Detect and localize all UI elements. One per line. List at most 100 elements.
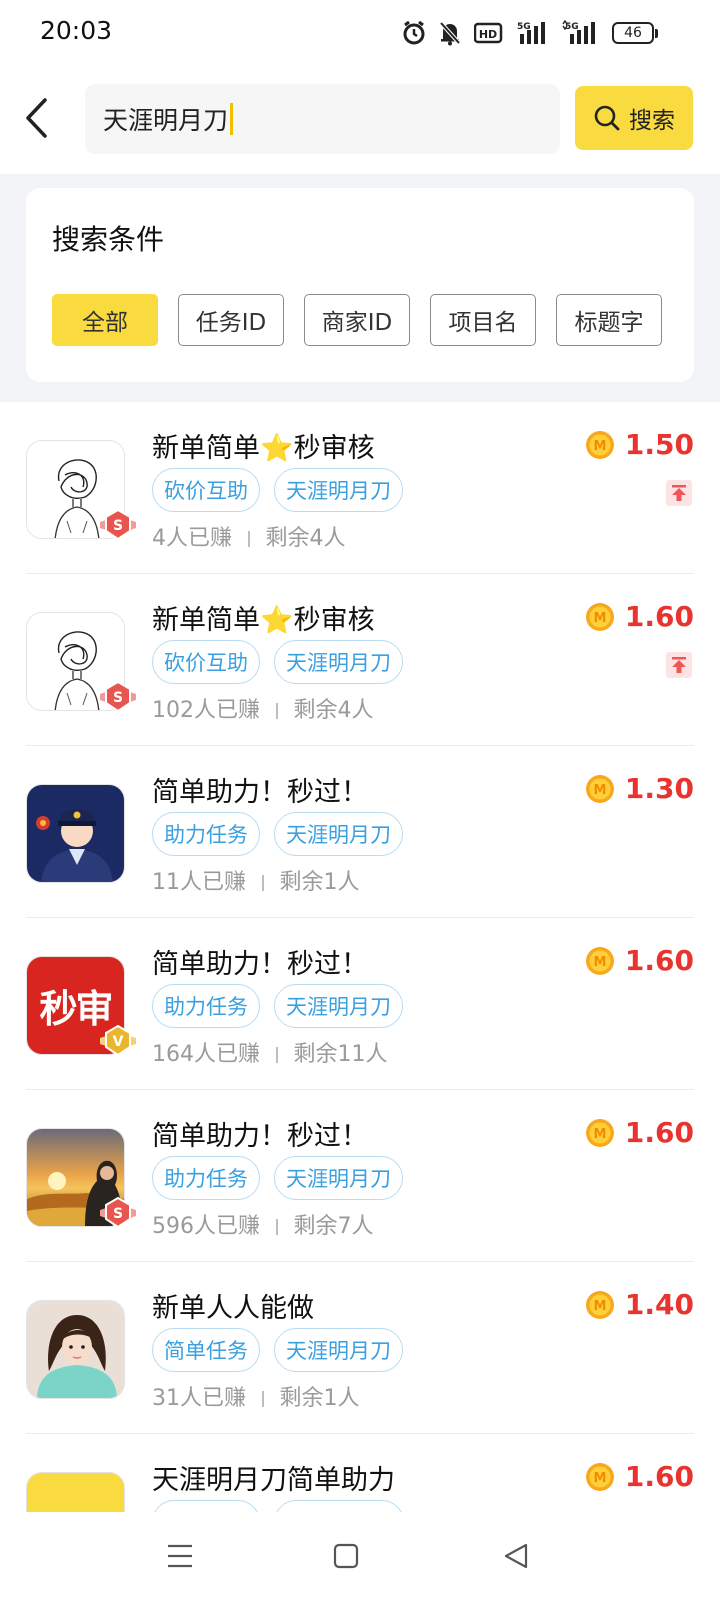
task-stats: 4人已赚 剩余4人 [152, 520, 346, 552]
svg-text:M: M [593, 439, 606, 454]
task-tag [152, 1500, 260, 1512]
pin-to-top-icon [666, 480, 692, 506]
coin-icon: M [585, 1290, 614, 1319]
police-avatar [26, 784, 125, 883]
task-row[interactable]: 秒审 V 简单助力！秒过！ 助力任务 天涯明月刀 164人已赚 剩余11人 M 1… [0, 918, 720, 1090]
mute-bell-icon [438, 18, 462, 48]
search-conditions-card: 搜索条件 全部 任务ID 商家ID 项目名 标题字 [26, 188, 694, 382]
svg-text:S: S [113, 518, 123, 534]
task-tag: 助力任务 [152, 812, 260, 856]
system-nav-bar [0, 1512, 720, 1600]
earned-count: 31人已赚 [152, 1386, 246, 1411]
price-value: 1.30 [624, 772, 694, 805]
badge-s-icon: S [98, 680, 138, 716]
battery-level: 46 [612, 22, 654, 44]
task-tag: 天涯明月刀 [274, 1156, 403, 1200]
battery-icon: 46 [612, 22, 658, 44]
task-tag: 简单任务 [152, 1328, 260, 1372]
task-tag: 砍价互助 [152, 640, 260, 684]
task-row[interactable]: 新单人人能做 简单任务 天涯明月刀 31人已赚 剩余1人 M 1.40 [0, 1262, 720, 1434]
coin-icon: M [585, 430, 614, 459]
task-title: 新单人人能做 [152, 1293, 314, 1324]
conditions-title: 搜索条件 [52, 223, 165, 256]
back-nav-button[interactable] [494, 1534, 538, 1578]
signal-5g-icon: 5G [516, 18, 550, 48]
search-input[interactable]: 天涯明月刀 [85, 84, 560, 154]
task-stats: 31人已赚 剩余1人 [152, 1380, 360, 1412]
task-title: 新单简单⭐秒审核 [152, 605, 375, 636]
task-tag: 天涯明月刀 [274, 640, 403, 684]
remaining-count: 剩余4人 [265, 526, 346, 551]
girl-avatar [26, 1300, 125, 1399]
tag-row [152, 1500, 404, 1512]
chip-merchant-id[interactable]: 商家ID [304, 294, 410, 346]
price-value: 1.60 [624, 944, 694, 977]
task-row[interactable]: S 新单简单⭐秒审核 砍价互助 天涯明月刀 102人已赚 剩余4人 M 1.60 [0, 574, 720, 746]
svg-text:M: M [593, 1299, 606, 1314]
price: M 1.60 [585, 600, 694, 633]
search-button[interactable]: 搜索 [575, 86, 693, 150]
alarm-icon [402, 18, 426, 48]
badge-s-icon: S [98, 508, 138, 544]
task-row[interactable]: 简单助力！秒过！ 助力任务 天涯明月刀 11人已赚 剩余1人 M 1.30 [0, 746, 720, 918]
menu-button[interactable] [158, 1534, 202, 1578]
search-header: 天涯明月刀 搜索 [0, 64, 720, 174]
tag-row: 助力任务 天涯明月刀 [152, 984, 403, 1028]
search-query-text: 天涯明月刀 [103, 106, 229, 135]
task-tag: 砍价互助 [152, 468, 260, 512]
svg-text:M: M [593, 1471, 606, 1486]
remaining-count: 剩余1人 [279, 870, 360, 895]
task-tag: 天涯明月刀 [274, 812, 403, 856]
search-button-label: 搜索 [629, 108, 675, 134]
price-value: 1.60 [624, 600, 694, 633]
task-title: 天涯明月刀简单助力 [152, 1465, 395, 1496]
task-tag: 助力任务 [152, 984, 260, 1028]
chip-all[interactable]: 全部 [52, 294, 158, 346]
svg-text:M: M [593, 611, 606, 626]
remaining-count: 剩余4人 [293, 698, 374, 723]
price: M 1.60 [585, 1460, 694, 1493]
task-tag [274, 1500, 404, 1512]
badge-s-icon: S [98, 1196, 138, 1232]
task-tag: 天涯明月刀 [274, 1328, 403, 1372]
task-row[interactable]: S 简单助力！秒过！ 助力任务 天涯明月刀 596人已赚 剩余7人 M 1.60 [0, 1090, 720, 1262]
coin-icon: M [585, 602, 614, 631]
back-button[interactable] [14, 92, 58, 144]
price-value: 1.40 [624, 1288, 694, 1321]
chip-title-keyword[interactable]: 标题字 [556, 294, 662, 346]
conditions-area: 搜索条件 全部 任务ID 商家ID 项目名 标题字 [0, 174, 720, 402]
text-caret [230, 103, 234, 135]
svg-text:S: S [113, 1206, 123, 1222]
tag-row: 助力任务 天涯明月刀 [152, 1156, 403, 1200]
task-row[interactable]: 秒 天涯明月刀简单助力 M 1.60 [0, 1434, 720, 1512]
price: M 1.60 [585, 1116, 694, 1149]
task-stats: 596人已赚 剩余7人 [152, 1208, 374, 1240]
coin-icon: M [585, 1462, 614, 1491]
task-stats: 11人已赚 剩余1人 [152, 864, 360, 896]
task-title: 新单简单⭐秒审核 [152, 433, 375, 464]
task-tag: 助力任务 [152, 1156, 260, 1200]
svg-text:M: M [593, 783, 606, 798]
chip-project-name[interactable]: 项目名 [430, 294, 536, 346]
task-list: S 新单简单⭐秒审核 砍价互助 天涯明月刀 4人已赚 剩余4人 M 1.50 S … [0, 402, 720, 1512]
earned-count: 102人已赚 [152, 698, 260, 723]
tag-row: 砍价互助 天涯明月刀 [152, 640, 403, 684]
search-icon [594, 105, 620, 131]
svg-text:HD: HD [479, 28, 497, 41]
task-title: 简单助力！秒过！ [152, 949, 368, 980]
chip-task-id[interactable]: 任务ID [178, 294, 284, 346]
task-row[interactable]: S 新单简单⭐秒审核 砍价互助 天涯明月刀 4人已赚 剩余4人 M 1.50 [0, 402, 720, 574]
price: M 1.40 [585, 1288, 694, 1321]
tag-row: 简单任务 天涯明月刀 [152, 1328, 403, 1372]
svg-text:V: V [113, 1034, 124, 1050]
status-time: 20:03 [40, 16, 113, 45]
coin-icon: M [585, 1118, 614, 1147]
hd-voice-icon: HD [474, 18, 504, 48]
price-value: 1.50 [624, 428, 694, 461]
yellow-logo-avatar: 秒 [26, 1472, 125, 1512]
home-button[interactable] [324, 1534, 368, 1578]
task-stats: 102人已赚 剩余4人 [152, 692, 374, 724]
earned-count: 4人已赚 [152, 526, 232, 551]
svg-text:S: S [113, 690, 123, 706]
chevron-left-icon [26, 98, 47, 138]
